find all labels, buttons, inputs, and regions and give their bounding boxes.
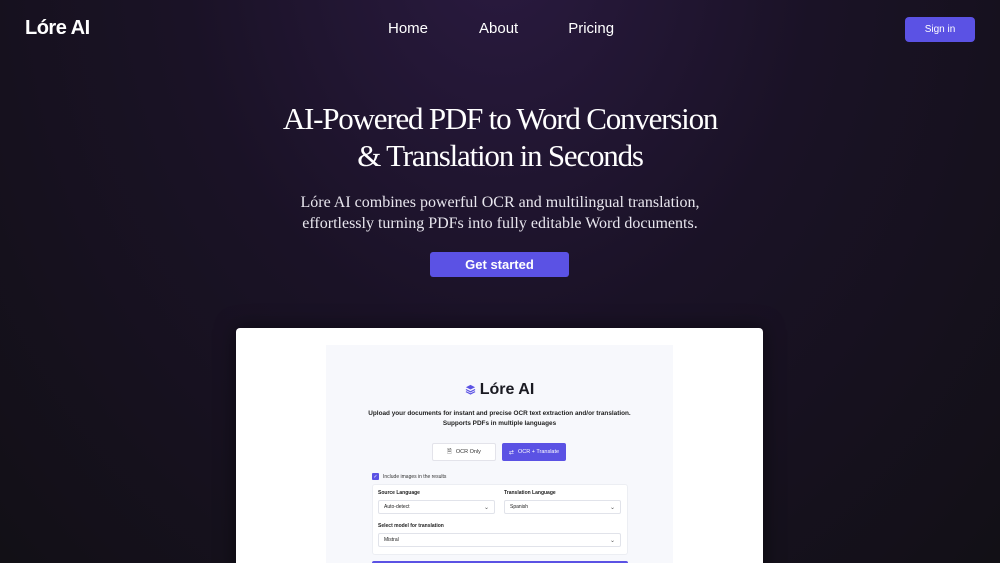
app-desc-line-2: Supports PDFs in multiple languages [442, 420, 557, 427]
layers-icon [465, 384, 476, 395]
source-language-value: Auto-detect [384, 504, 410, 510]
source-language-select[interactable]: Auto-detect ⌄ [378, 500, 495, 514]
model-label: Select model for translation [378, 523, 444, 529]
hero-subtitle-line-2: effortlessly turning PDFs into fully edi… [302, 215, 698, 232]
hero-title-line-2: & Translation in Seconds [357, 138, 644, 173]
ocr-translate-button[interactable]: ⇄ OCR + Translate [502, 443, 566, 461]
app-preview-logo: Lóre AI [326, 381, 673, 399]
hero-title: AI-Powered PDF to Word Conversion & Tran… [0, 100, 1000, 174]
chevron-down-icon: ⌄ [609, 538, 615, 544]
brand-logo[interactable]: Lóre AI [25, 17, 90, 40]
language-settings-card: Source Language Auto-detect ⌄ Translatio… [372, 484, 628, 555]
chevron-down-icon: ⌄ [483, 505, 489, 511]
hero-subtitle-line-1: Lóre AI combines powerful OCR and multil… [300, 194, 700, 211]
app-desc-line-1: Upload your documents for instant and pr… [368, 410, 631, 417]
model-value: Mistral [384, 537, 399, 543]
app-preview-screenshot: Lóre AI Upload your documents for instan… [236, 328, 763, 563]
model-select[interactable]: Mistral ⌄ [378, 533, 621, 547]
include-images-checkbox[interactable]: ✓ [372, 473, 379, 480]
ocr-translate-label: OCR + Translate [517, 449, 560, 455]
ocr-only-button[interactable]: 🗎 OCR Only [432, 443, 496, 461]
document-icon: 🗎 [447, 449, 452, 455]
translate-icon: ⇄ [508, 449, 514, 456]
app-preview-description: Upload your documents for instant and pr… [326, 409, 673, 429]
nav-about-link[interactable]: About [479, 20, 518, 37]
translation-language-label: Translation Language [504, 490, 556, 496]
app-preview-logo-text: Lóre AI [479, 381, 535, 398]
include-images-row: ✓ Include images in the results [372, 473, 446, 480]
nav-pricing-link[interactable]: Pricing [568, 20, 614, 37]
include-images-label: Include images in the results [383, 473, 447, 480]
app-preview-panel: Lóre AI Upload your documents for instan… [326, 345, 673, 563]
translation-language-select[interactable]: Spanish ⌄ [504, 500, 621, 514]
sign-in-button[interactable]: Sign in [905, 17, 975, 42]
nav-links: Home About Pricing [388, 20, 614, 37]
hero-title-line-1: AI-Powered PDF to Word Conversion [282, 101, 719, 136]
hero-subtitle: Lóre AI combines powerful OCR and multil… [0, 192, 1000, 234]
source-language-label: Source Language [378, 490, 420, 496]
nav-home-link[interactable]: Home [388, 20, 428, 37]
translation-language-value: Spanish [510, 504, 529, 510]
chevron-down-icon: ⌄ [609, 505, 615, 511]
get-started-button[interactable]: Get started [430, 252, 569, 277]
top-nav: Lóre AI Home About Pricing Sign in [0, 0, 1000, 60]
ocr-only-label: OCR Only [455, 449, 481, 455]
